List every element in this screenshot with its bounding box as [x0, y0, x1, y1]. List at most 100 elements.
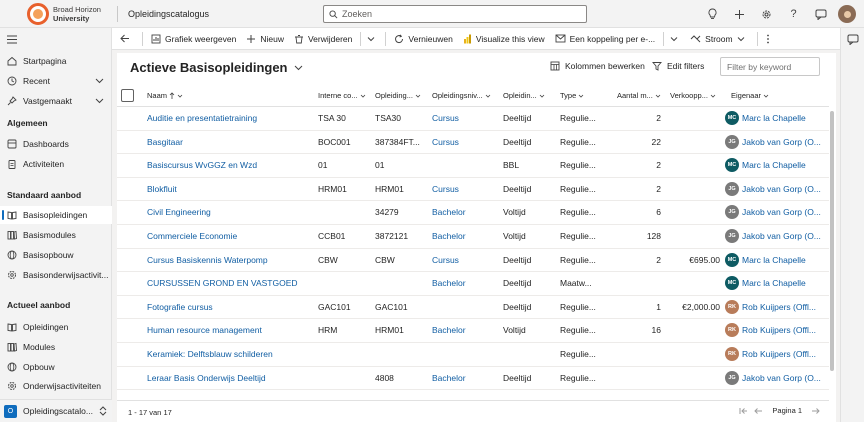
hamburger-menu-button[interactable]: [0, 30, 112, 48]
cell-niveau[interactable]: Bachelor: [432, 231, 498, 241]
edit-filters-button[interactable]: Edit filters: [652, 61, 704, 71]
sidebar-item-basisopleidingen[interactable]: Basisopleidingen: [0, 206, 112, 224]
sidebar-item-basisonderwijsactiviteiten[interactable]: Basisonderwijsactivit...: [0, 266, 112, 284]
cell-eigenaar[interactable]: RK Rob Kuijpers (Offl...: [725, 323, 816, 338]
sidebar-item-basisopbouw[interactable]: Basisopbouw: [0, 246, 112, 264]
cell-naam[interactable]: Keramiek: Delftsblauw schilderen: [147, 349, 312, 359]
cell-eigenaar[interactable]: MC Marc la Chapelle: [725, 111, 806, 125]
table-row[interactable]: Civil Engineering 34279 Bachelor Voltijd Reg…: [117, 201, 829, 225]
email-dropdown-button[interactable]: [667, 28, 685, 50]
chat-icon[interactable]: [847, 34, 859, 47]
cell-niveau[interactable]: Cursus: [432, 255, 498, 265]
table-row[interactable]: Human resource management HRM HRM01 Bachelo…: [117, 319, 829, 343]
owner-link[interactable]: Jakob van Gorp (O...: [742, 373, 821, 383]
table-row[interactable]: Blokfluit HRM01 HRM01 Cursus Deeltijd Regulie…: [117, 178, 829, 202]
cell-naam[interactable]: Blokfluit: [147, 184, 312, 194]
column-header-interne-code[interactable]: Interne co...: [318, 91, 366, 100]
table-row[interactable]: Keramiek: Delftsblauw schilderen Regulie.…: [117, 343, 829, 367]
app-title[interactable]: Opleidingscatalogus: [128, 9, 209, 19]
gear-icon[interactable]: [753, 0, 780, 28]
chat-icon[interactable]: [807, 0, 834, 28]
cell-naam[interactable]: Fotografie cursus: [147, 302, 312, 312]
sidebar-item-activiteiten[interactable]: Activiteiten: [0, 155, 112, 173]
owner-link[interactable]: Jakob van Gorp (O...: [742, 184, 821, 194]
cell-eigenaar[interactable]: JG Jakob van Gorp (O...: [725, 370, 821, 385]
sidebar-item-opleidingen[interactable]: Opleidingen: [0, 318, 112, 336]
org-logo[interactable]: Broad Horizon University: [27, 2, 107, 25]
area-switcher[interactable]: O Opleidingscatalo...: [0, 399, 112, 422]
cell-naam[interactable]: Civil Engineering: [147, 207, 312, 217]
owner-link[interactable]: Jakob van Gorp (O...: [742, 231, 821, 241]
cell-naam[interactable]: Basiscursus WvGGZ en Wzd: [147, 160, 312, 170]
select-all-checkbox[interactable]: [121, 89, 134, 102]
sidebar-item-basismodules[interactable]: Basismodules: [0, 226, 112, 244]
column-header-verkoopprijs[interactable]: Verkoopp...: [670, 91, 716, 100]
email-link-button[interactable]: Een koppeling per e-...: [550, 28, 661, 50]
help-icon[interactable]: ?: [780, 0, 807, 28]
delete-dropdown-button[interactable]: [364, 28, 382, 50]
first-page-icon[interactable]: [739, 407, 748, 415]
more-commands-button[interactable]: [761, 28, 779, 50]
plus-icon[interactable]: [726, 0, 753, 28]
search-input[interactable]: Zoeken: [323, 5, 587, 23]
cell-naam[interactable]: CURSUSSEN GROND EN VASTGOED: [147, 278, 312, 288]
cell-niveau[interactable]: Bachelor: [432, 278, 498, 288]
cell-niveau[interactable]: Bachelor: [432, 325, 498, 335]
table-row[interactable]: CURSUSSEN GROND EN VASTGOED Bachelor Deelt…: [117, 272, 829, 296]
delete-button[interactable]: Verwijderen: [289, 28, 357, 50]
edit-columns-button[interactable]: Kolommen bewerken: [550, 61, 645, 71]
owner-link[interactable]: Marc la Chapelle: [742, 160, 806, 170]
table-row[interactable]: Commerciele Economie CCB01 3872121 Bachelor…: [117, 225, 829, 249]
column-header-aantal[interactable]: Aantal m...: [617, 91, 661, 100]
column-header-type[interactable]: Type: [560, 91, 584, 100]
cell-niveau[interactable]: Bachelor: [432, 207, 498, 217]
column-header-naam[interactable]: Naam: [147, 91, 183, 100]
sidebar-item-opbouw[interactable]: Opbouw: [0, 358, 112, 376]
cell-naam[interactable]: Leraar Basis Onderwijs Deeltijd: [147, 373, 312, 383]
sidebar-item-startpagina[interactable]: Startpagina: [0, 52, 112, 70]
owner-link[interactable]: Marc la Chapelle: [742, 255, 806, 265]
table-row[interactable]: Basiscursus WvGGZ en Wzd 01 01 BBL Regulie..…: [117, 154, 829, 178]
table-row[interactable]: Leraar Basis Onderwijs Deeltijd 4808 Bache…: [117, 367, 829, 391]
cell-eigenaar[interactable]: RK Rob Kuijpers (Offl...: [725, 299, 816, 314]
vertical-scrollbar[interactable]: [830, 111, 834, 371]
owner-link[interactable]: Marc la Chapelle: [742, 278, 806, 288]
cell-eigenaar[interactable]: JG Jakob van Gorp (O...: [725, 181, 821, 196]
view-selector[interactable]: Actieve Basisopleidingen: [130, 60, 303, 75]
flow-button[interactable]: Stroom: [685, 28, 753, 50]
cell-eigenaar[interactable]: JG Jakob van Gorp (O...: [725, 205, 821, 220]
cell-eigenaar[interactable]: RK Rob Kuijpers (Offl...: [725, 347, 816, 361]
back-button[interactable]: [112, 28, 139, 50]
visualize-button[interactable]: Visualize this view: [458, 28, 550, 50]
table-row[interactable]: Basgitaar BOC001 387384FT... Cursus Deeltijd…: [117, 131, 829, 155]
chevron-down-icon[interactable]: [95, 96, 104, 105]
column-header-opleidingsniveau[interactable]: Opleidingsniv...: [432, 91, 491, 100]
cell-eigenaar[interactable]: MC Marc la Chapelle: [725, 276, 806, 291]
sidebar-item-dashboards[interactable]: Dashboards: [0, 135, 112, 153]
show-chart-button[interactable]: Grafiek weergeven: [146, 28, 241, 50]
owner-link[interactable]: Rob Kuijpers (Offl...: [742, 302, 816, 312]
next-page-icon[interactable]: [811, 407, 820, 415]
sidebar-item-modules[interactable]: Modules: [0, 338, 112, 356]
column-header-eigenaar[interactable]: Eigenaar: [731, 91, 769, 100]
filter-keyword-input[interactable]: Filter by keyword: [720, 57, 820, 76]
cell-naam[interactable]: Basgitaar: [147, 137, 312, 147]
owner-link[interactable]: Rob Kuijpers (Offl...: [742, 325, 816, 335]
refresh-button[interactable]: Vernieuwen: [389, 28, 457, 50]
lightbulb-icon[interactable]: [699, 0, 726, 28]
cell-eigenaar[interactable]: MC Marc la Chapelle: [725, 252, 806, 267]
cell-niveau[interactable]: Bachelor: [432, 373, 498, 383]
table-row[interactable]: Cursus Basiskennis Waterpomp CBW CBW Cursus…: [117, 249, 829, 273]
user-avatar[interactable]: [838, 5, 856, 23]
cell-eigenaar[interactable]: MC Marc la Chapelle: [725, 158, 806, 173]
owner-link[interactable]: Jakob van Gorp (O...: [742, 137, 821, 147]
chevron-down-icon[interactable]: [95, 76, 104, 85]
sidebar-item-recent[interactable]: Recent: [0, 72, 112, 90]
owner-link[interactable]: Marc la Chapelle: [742, 113, 806, 123]
cell-naam[interactable]: Cursus Basiskennis Waterpomp: [147, 255, 312, 265]
owner-link[interactable]: Rob Kuijpers (Offl...: [742, 349, 816, 359]
table-row[interactable]: Auditie en presentatietraining TSA 30 TSA3…: [117, 107, 829, 131]
column-header-opleidingscode[interactable]: Opleiding...: [375, 91, 421, 100]
owner-link[interactable]: Jakob van Gorp (O...: [742, 207, 821, 217]
cell-niveau[interactable]: Cursus: [432, 137, 498, 147]
